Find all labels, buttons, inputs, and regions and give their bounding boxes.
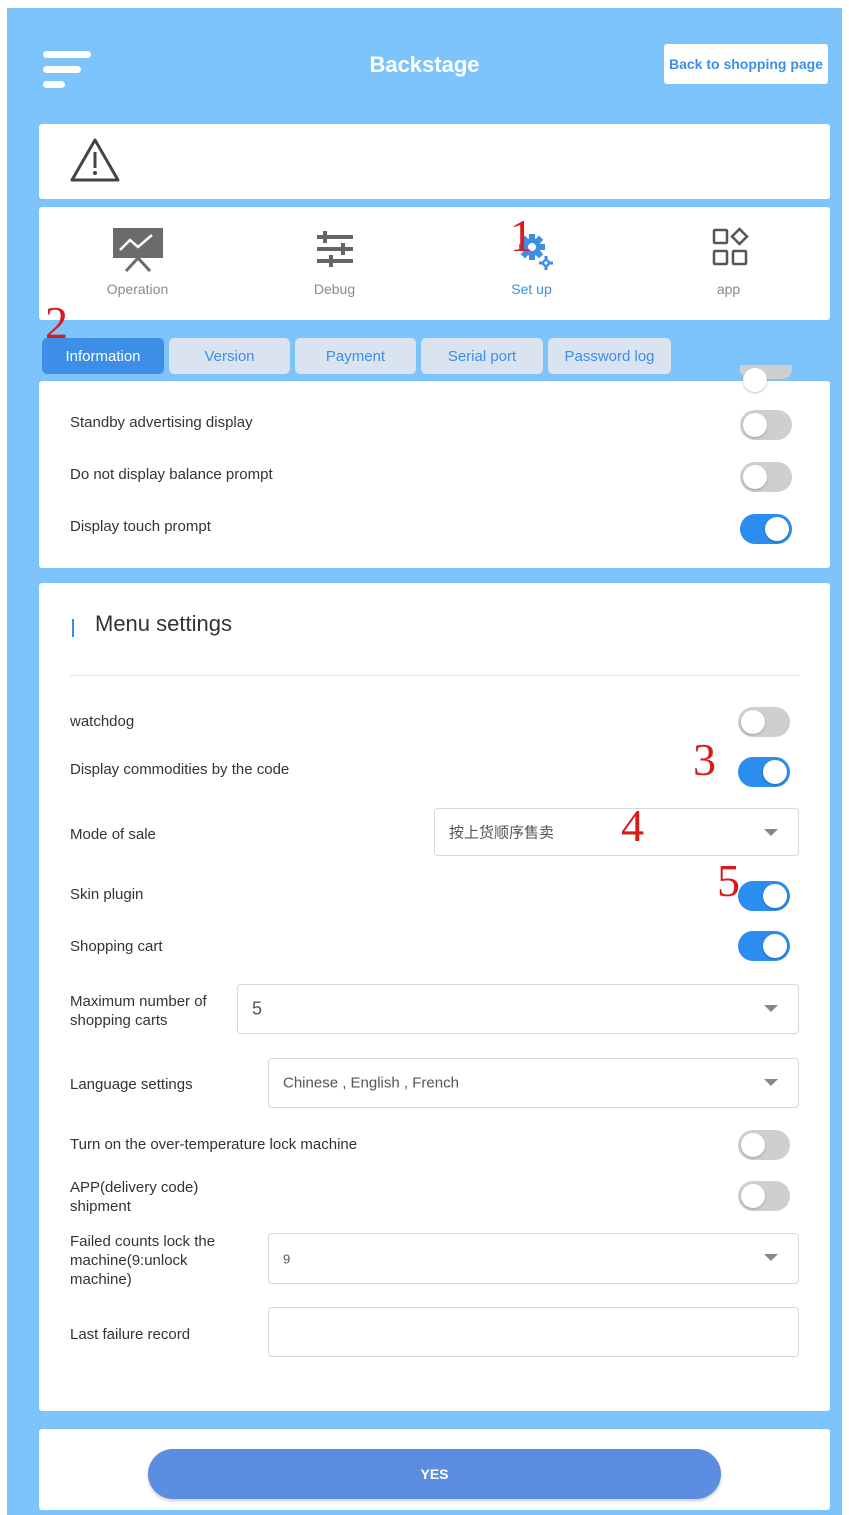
nav-app-label: app <box>716 281 741 297</box>
nav-setup-label: Set up <box>511 281 552 297</box>
section-title: Menu settings <box>95 611 232 636</box>
last-failure-label: Last failure record <box>70 1326 191 1343</box>
touch-prompt-label: Display touch prompt <box>70 518 211 535</box>
watchdog-toggle[interactable] <box>738 707 790 737</box>
app-shipment-toggle[interactable] <box>738 1181 790 1211</box>
section-marker <box>72 619 74 637</box>
app-frame: Backstage Back to shopping page Operatio… <box>7 8 842 1515</box>
watchdog-label: watchdog <box>70 713 135 730</box>
standby-ad-label: Standby advertising display <box>70 414 253 431</box>
failed-counts-value: 9 <box>283 1251 291 1266</box>
nav-operation-label: Operation <box>106 281 169 297</box>
chevron-down-icon <box>764 1005 778 1012</box>
divider <box>70 675 800 676</box>
tab-information[interactable]: Information <box>42 338 164 374</box>
failed-counts-select[interactable]: 9 <box>268 1233 799 1284</box>
display-by-code-toggle[interactable] <box>738 757 790 787</box>
language-select[interactable]: Chinese , English , French <box>268 1058 799 1108</box>
tab-payment[interactable]: Payment <box>295 338 416 374</box>
max-carts-select[interactable]: 5 <box>237 984 799 1034</box>
max-carts-label: Maximum number of shopping carts <box>70 993 207 1029</box>
warning-icon <box>70 138 120 182</box>
nav-debug[interactable]: Debug <box>236 207 433 320</box>
balance-prompt-toggle[interactable] <box>740 462 792 492</box>
skin-plugin-toggle[interactable] <box>738 881 790 911</box>
shopping-cart-toggle[interactable] <box>738 931 790 961</box>
standby-ad-toggle[interactable] <box>740 410 792 440</box>
yes-button[interactable]: YES <box>148 1449 721 1499</box>
main-nav: Operation Debug Set up app <box>39 207 830 320</box>
annotation-5: 5 <box>717 855 740 906</box>
chevron-down-icon <box>764 1079 778 1086</box>
language-value: Chinese , English , French <box>283 1074 459 1092</box>
sliders-icon <box>316 231 353 267</box>
annotation-1: 1 <box>510 210 533 261</box>
chevron-down-icon <box>764 829 778 836</box>
max-carts-value: 5 <box>252 998 263 1019</box>
warning-panel <box>39 124 830 199</box>
display-settings-panel: Standby advertising display Do not displ… <box>39 365 830 568</box>
tab-version[interactable]: Version <box>169 338 290 374</box>
touch-prompt-toggle[interactable] <box>740 514 792 544</box>
shopping-cart-label: Shopping cart <box>70 938 163 955</box>
mode-of-sale-select[interactable]: 按上货顺序售卖 <box>434 808 799 856</box>
app-grid-icon <box>712 227 749 266</box>
language-label: Language settings <box>70 1076 193 1093</box>
tab-password-log[interactable]: Password log <box>548 338 671 374</box>
balance-prompt-label: Do not display balance prompt <box>70 466 273 483</box>
nav-debug-label: Debug <box>313 281 356 297</box>
last-failure-input[interactable] <box>268 1307 799 1357</box>
over-temp-toggle[interactable] <box>738 1130 790 1160</box>
chevron-down-icon <box>764 1254 778 1261</box>
nav-operation[interactable]: Operation <box>39 207 236 320</box>
partial-toggle[interactable] <box>740 365 792 392</box>
over-temp-label: Turn on the over-temperature lock machin… <box>70 1136 358 1153</box>
skin-plugin-label: Skin plugin <box>70 886 144 903</box>
tab-serial-port[interactable]: Serial port <box>421 338 543 374</box>
mode-of-sale-label: Mode of sale <box>70 826 156 843</box>
annotation-4: 4 <box>621 800 644 851</box>
nav-app[interactable]: app <box>630 207 827 320</box>
app-shipment-label: APP(delivery code) shipment <box>70 1179 199 1215</box>
display-by-code-label: Display commodities by the code <box>70 761 290 778</box>
failed-counts-label: Failed counts lock the machine(9:unlock … <box>70 1233 216 1288</box>
menu-settings-panel: Menu settings watchdog Display commoditi… <box>39 583 830 1411</box>
mode-of-sale-value: 按上货顺序售卖 <box>449 824 555 842</box>
presentation-board-icon <box>112 228 163 273</box>
back-to-shopping-button[interactable]: Back to shopping page <box>664 44 828 84</box>
annotation-3: 3 <box>693 734 716 785</box>
